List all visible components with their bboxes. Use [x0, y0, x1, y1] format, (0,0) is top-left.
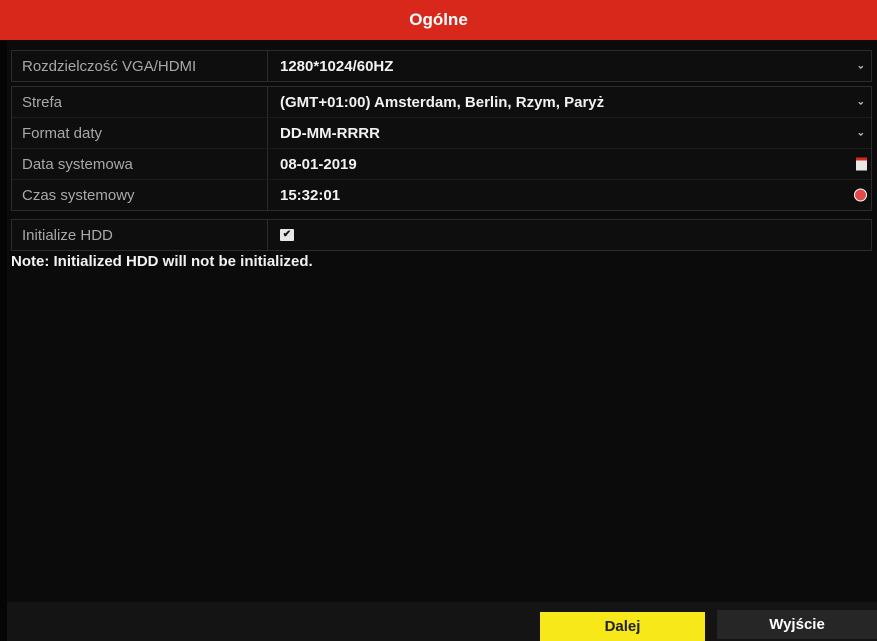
date-format-select[interactable]: DD-MM-RRRR ⌄ [268, 118, 871, 148]
system-date-field[interactable]: 08-01-2019 [268, 149, 871, 179]
timezone-row: Strefa (GMT+01:00) Amsterdam, Berlin, Rz… [12, 87, 871, 118]
chevron-down-icon[interactable]: ⌄ [857, 97, 865, 108]
window-title: Ogólne [409, 10, 468, 29]
date-format-value: DD-MM-RRRR [280, 124, 380, 142]
clock-icon[interactable] [854, 188, 867, 202]
chevron-down-icon[interactable]: ⌄ [857, 128, 865, 139]
system-date-row: Data systemowa 08-01-2019 [12, 149, 871, 180]
resolution-value: 1280*1024/60HZ [280, 57, 394, 75]
timezone-select[interactable]: (GMT+01:00) Amsterdam, Berlin, Rzym, Par… [268, 87, 871, 117]
resolution-select[interactable]: 1280*1024/60HZ ⌄ [268, 51, 871, 81]
time-group: Strefa (GMT+01:00) Amsterdam, Berlin, Rz… [11, 86, 872, 211]
timezone-value: (GMT+01:00) Amsterdam, Berlin, Rzym, Par… [280, 93, 605, 111]
resolution-label: Rozdzielczość VGA/HDMI [12, 51, 268, 81]
system-date-label: Data systemowa [12, 149, 268, 179]
hdd-group: Initialize HDD ✔ [11, 219, 872, 251]
system-date-value: 08-01-2019 [280, 155, 357, 173]
chevron-down-icon[interactable]: ⌄ [857, 61, 865, 72]
next-button[interactable]: Dalej [540, 612, 705, 641]
date-format-row: Format daty DD-MM-RRRR ⌄ [12, 118, 871, 149]
display-group: Rozdzielczość VGA/HDMI 1280*1024/60HZ ⌄ [11, 50, 872, 82]
date-format-label: Format daty [12, 118, 268, 148]
exit-button[interactable]: Wyjście [717, 610, 877, 639]
system-time-value: 15:32:01 [280, 186, 341, 204]
system-time-field[interactable]: 15:32:01 [268, 180, 871, 210]
init-hdd-label: Initialize HDD [12, 220, 268, 250]
system-time-row: Czas systemowy 15:32:01 [12, 180, 871, 210]
calendar-icon[interactable] [856, 157, 867, 171]
system-time-label: Czas systemowy [12, 180, 268, 210]
hdd-note: Note: Initialized HDD will not be initia… [11, 253, 313, 270]
timezone-label: Strefa [12, 87, 268, 117]
window-title-bar: Ogólne [0, 0, 877, 40]
resolution-row: Rozdzielczość VGA/HDMI 1280*1024/60HZ ⌄ [12, 51, 871, 81]
init-hdd-checkbox[interactable]: ✔ [280, 229, 294, 241]
init-hdd-cell: ✔ [268, 220, 871, 250]
init-hdd-row: Initialize HDD ✔ [12, 220, 871, 250]
